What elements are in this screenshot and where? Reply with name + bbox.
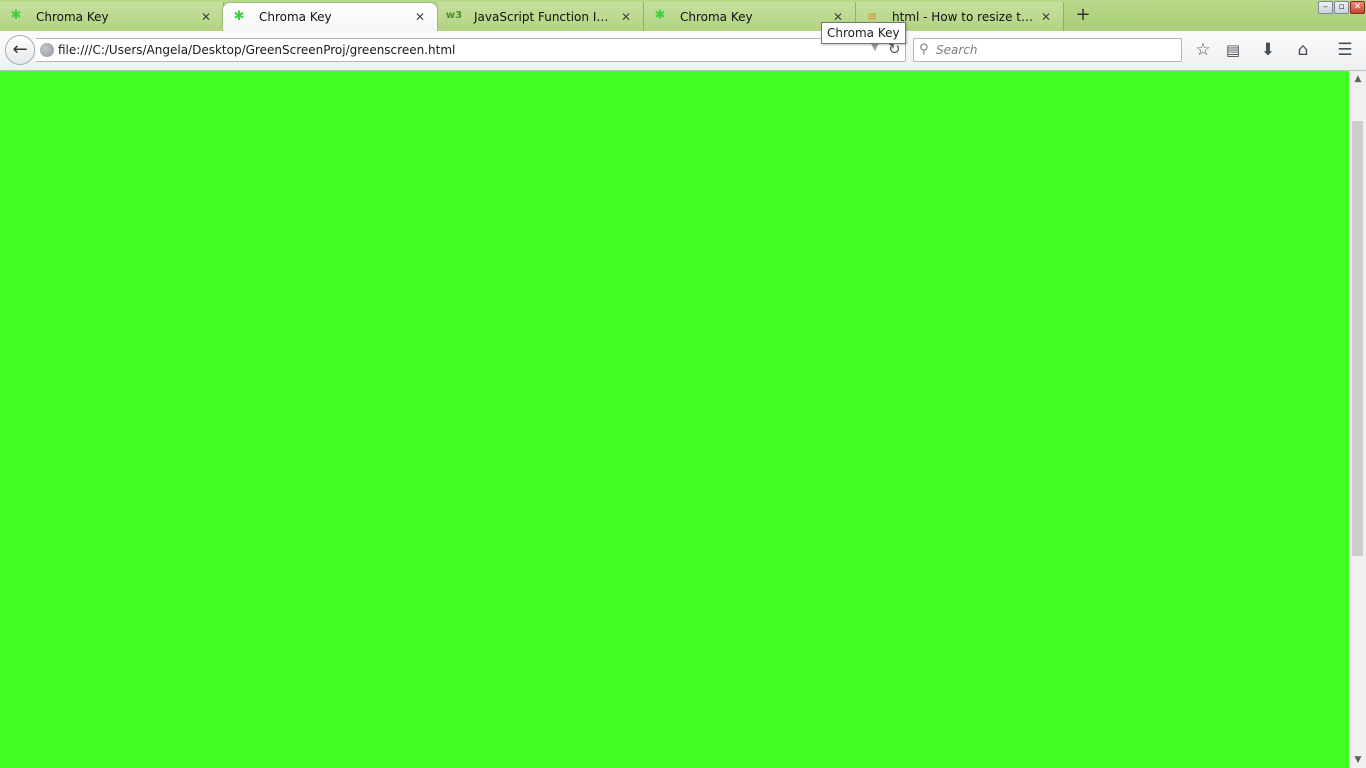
back-button[interactable]: ← [5,35,35,65]
vertical-scrollbar[interactable]: ▲ ▼ [1349,71,1366,768]
bookmarks-menu-icon[interactable]: ▤ [1221,38,1245,62]
close-tab-icon[interactable]: ✕ [619,10,633,24]
menu-icon[interactable]: ☰ [1333,38,1357,62]
chroma-key-icon: ✱ [233,9,245,24]
page-canvas [0,71,1349,768]
stackoverflow-icon: ≡ [866,9,878,23]
minimize-button[interactable]: – [1318,1,1333,14]
home-icon[interactable]: ⌂ [1291,38,1315,62]
navigation-toolbar: ← file:///C:/Users/Angela/Desktop/GreenS… [0,31,1366,71]
search-icon: ⚲ [919,42,929,57]
bookmark-star-icon[interactable]: ☆ [1191,38,1215,62]
tab-title: Chroma Key [36,9,109,24]
tab-chroma-key-1[interactable]: ✱ Chroma Key ✕ [0,2,224,31]
w3schools-icon: w3 [445,10,463,21]
close-tab-icon[interactable]: ✕ [413,10,427,24]
site-identity-icon[interactable] [40,43,54,57]
close-tab-icon[interactable]: ✕ [1039,10,1053,24]
address-bar[interactable]: file:///C:/Users/Angela/Desktop/GreenScr… [36,38,906,62]
maximize-button[interactable]: ▫ [1334,1,1349,14]
search-bar[interactable]: ⚲ [913,38,1182,62]
tab-chroma-key-2[interactable]: ✱ Chroma Key ✕ [222,2,438,31]
tab-title: Chroma Key [259,10,332,24]
back-arrow-icon: ← [12,39,28,60]
scroll-up-icon[interactable]: ▲ [1350,71,1366,87]
close-tab-icon[interactable]: ✕ [199,10,213,24]
tab-title: Chroma Key [680,9,753,24]
downloads-icon[interactable]: ⬇ [1256,38,1280,62]
chroma-key-icon: ✱ [654,8,666,23]
tab-title: JavaScript Function Invoca... [474,9,613,24]
url-text[interactable]: file:///C:/Users/Angela/Desktop/GreenScr… [58,43,455,57]
new-tab-button[interactable]: + [1073,5,1093,25]
chroma-key-icon: ✱ [10,8,22,23]
scroll-down-icon[interactable]: ▼ [1350,752,1366,768]
tab-tooltip: Chroma Key [821,22,906,44]
scrollbar-thumb[interactable] [1352,121,1363,556]
window-close-button[interactable]: ✕ [1350,1,1365,14]
tab-strip: ✱ Chroma Key ✕ ✱ Chroma Key ✕ w3 JavaScr… [0,0,1366,31]
search-input[interactable] [936,41,1176,59]
tab-javascript-function[interactable]: w3 JavaScript Function Invoca... ✕ [438,2,644,31]
